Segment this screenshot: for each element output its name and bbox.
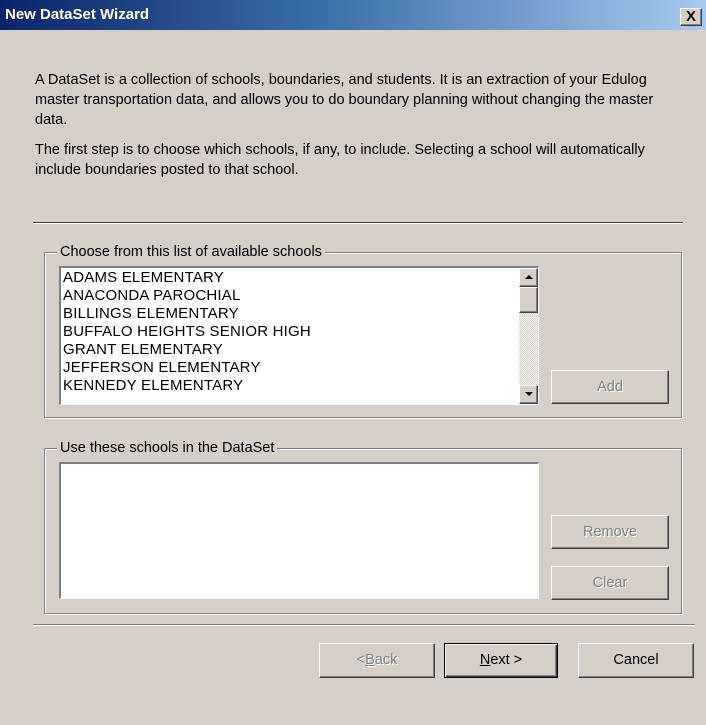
selected-schools-label: Use these schools in the DataSet (57, 439, 278, 457)
selected-schools-listbox[interactable] (59, 462, 539, 599)
available-schools-items: ADAMS ELEMENTARY ANACONDA PAROCHIAL BILLIN… (63, 269, 516, 395)
next-rest: ext > (490, 652, 523, 668)
remove-button[interactable]: Remove (551, 515, 669, 549)
title-bar: New DataSet Wizard X (0, 0, 706, 30)
close-icon: X (685, 8, 696, 25)
cancel-button[interactable]: Cancel (578, 643, 694, 678)
back-hotkey: B (365, 652, 375, 668)
window-title: New DataSet Wizard (5, 6, 150, 23)
next-button[interactable]: Next > (444, 643, 558, 678)
add-button[interactable]: Add (551, 370, 669, 404)
intro-text: A DataSet is a collection of schools, bo… (35, 70, 685, 190)
available-schools-listbox[interactable]: ADAMS ELEMENTARY ANACONDA PAROCHIAL BILLIN… (59, 266, 539, 405)
list-item[interactable]: BUFFALO HEIGHTS SENIOR HIGH (63, 323, 516, 341)
add-button-label: Add (597, 379, 623, 395)
intro-paragraph-2: The first step is to choose which school… (35, 142, 645, 178)
list-item[interactable]: ADAMS ELEMENTARY (63, 269, 516, 287)
scroll-down-icon (525, 392, 533, 396)
back-rest: ack (374, 652, 398, 668)
next-button-label: Next > (480, 644, 522, 677)
scroll-up-button[interactable] (519, 268, 538, 287)
scroll-down-button[interactable] (519, 385, 538, 404)
remove-button-label: Remove (583, 524, 637, 540)
intro-paragraph-1: A DataSet is a collection of schools, bo… (35, 72, 654, 128)
close-button[interactable]: X (680, 8, 702, 26)
list-item[interactable]: BILLINGS ELEMENTARY (63, 305, 516, 323)
list-item[interactable]: GRANT ELEMENTARY (63, 341, 516, 359)
list-item[interactable]: ANACONDA PAROCHIAL (63, 287, 516, 305)
list-item[interactable]: JEFFERSON ELEMENTARY (63, 359, 516, 377)
clear-button[interactable]: Clear (551, 566, 669, 600)
selected-schools-group: Use these schools in the DataSet Remove … (44, 439, 682, 614)
next-hotkey: N (479, 652, 491, 668)
back-button-label: < Back (357, 644, 398, 677)
available-schools-label: Choose from this list of available schoo… (57, 243, 325, 261)
cancel-button-label: Cancel (613, 652, 659, 668)
header-separator (33, 222, 683, 224)
available-schools-group: Choose from this list of available schoo… (44, 243, 682, 418)
back-prefix: < (356, 652, 366, 668)
back-button[interactable]: < Back (319, 643, 435, 678)
scroll-thumb[interactable] (519, 287, 538, 313)
available-schools-scrollbar[interactable] (519, 268, 538, 404)
scroll-up-icon (525, 275, 533, 279)
clear-button-label: Clear (592, 575, 628, 591)
list-item[interactable]: KENNEDY ELEMENTARY (63, 377, 516, 395)
footer-separator (33, 624, 695, 626)
